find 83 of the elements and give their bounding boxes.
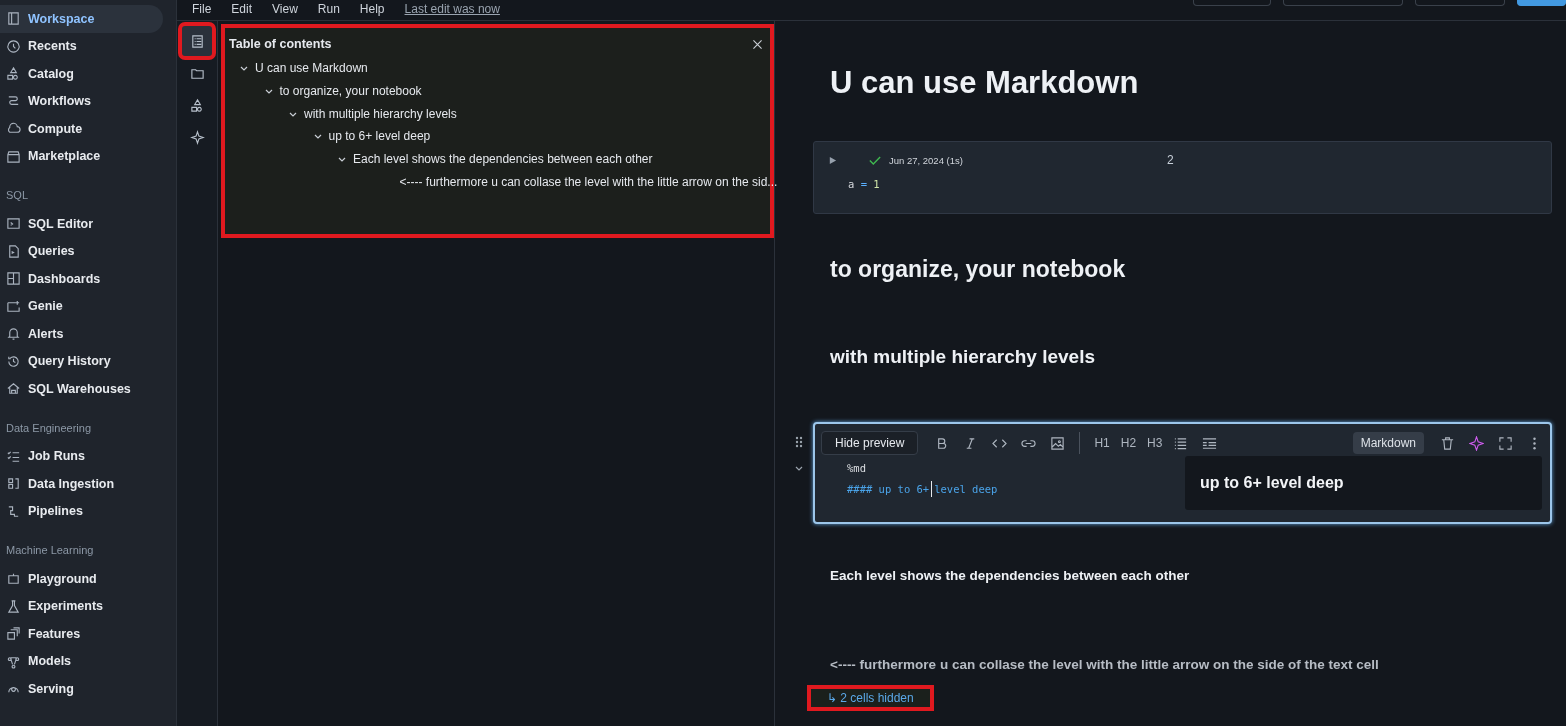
sidebar-item[interactable]: Query History — [0, 347, 163, 375]
sidebar-item[interactable]: SQL Editor — [0, 210, 163, 238]
sparkle-icon — [189, 129, 205, 145]
trash-icon[interactable] — [1440, 435, 1455, 451]
hide-preview-button[interactable]: Hide preview — [821, 431, 919, 455]
list-tab[interactable] — [181, 25, 213, 57]
sidebar-item[interactable]: Genie — [0, 292, 163, 320]
close-icon[interactable] — [751, 37, 764, 51]
sidebar-item[interactable]: Job Runs — [0, 442, 163, 470]
file-icon — [6, 243, 21, 259]
notebook-text: Each level shows the dependencies between each other — [829, 567, 1190, 585]
sidebar-item[interactable]: Pipelines — [0, 497, 163, 525]
panel-title: Table of contents — [229, 37, 332, 51]
notebook-text: <---- furthermore u can collase the level with the little arrow on the side of the text cell — [829, 656, 1379, 674]
code-line: %md — [847, 462, 867, 476]
sidebar-panel-icon — [6, 11, 21, 27]
menu-item[interactable]: File — [192, 2, 212, 16]
layers-icon — [6, 626, 21, 642]
toc-item[interactable]: up to 6+ level deep — [328, 129, 431, 144]
notebook-heading: U can use Markdown — [829, 64, 1139, 102]
run-status: Jun 27, 2024 (1s) — [889, 154, 963, 166]
history-icon — [6, 353, 21, 369]
robot-icon — [6, 571, 21, 587]
run-icon[interactable] — [828, 155, 837, 165]
toc-item[interactable]: to organize, your notebook — [279, 84, 422, 99]
section-heading: SQL — [5, 188, 29, 203]
menu-item[interactable]: View — [272, 2, 298, 16]
ingestion-icon — [6, 476, 21, 492]
last-edit-link[interactable]: Last edit was now — [404, 2, 500, 16]
menu-item[interactable]: Run — [317, 2, 340, 16]
terminal-icon — [6, 216, 21, 232]
shapes-icon — [6, 66, 21, 82]
heading-button[interactable]: H1 — [1094, 436, 1110, 450]
store-icon — [6, 148, 21, 164]
sparkle-icon[interactable] — [1469, 435, 1484, 451]
sidebar-item[interactable]: Playground — [0, 565, 163, 593]
sidebar-item[interactable]: Models — [0, 647, 163, 675]
notebook-heading: with multiple hierarchy levels — [829, 345, 1096, 369]
menu-item[interactable]: Help — [359, 2, 385, 16]
list-icon[interactable] — [1173, 435, 1189, 451]
sidebar-item[interactable]: Queries — [0, 237, 163, 265]
code-line: a = 1 — [848, 178, 881, 190]
notebook-heading: to organize, your notebook — [829, 255, 1126, 284]
sidebar-item[interactable]: Recents — [0, 32, 163, 60]
grid-icon — [6, 271, 21, 287]
sidebar-item[interactable]: Workspace — [0, 5, 163, 33]
flask-icon — [6, 598, 21, 614]
preview-heading: up to 6+ level deep — [1200, 474, 1344, 492]
code-line: level deep — [934, 483, 998, 495]
quote-icon[interactable] — [1202, 435, 1218, 451]
sidebar-item[interactable]: Experiments — [0, 592, 163, 620]
image-icon[interactable] — [1050, 435, 1066, 451]
sidebar-item[interactable]: SQL Warehouses — [0, 375, 163, 403]
shapes-icon — [189, 97, 205, 113]
bell-icon — [6, 326, 21, 342]
sidebar-item[interactable]: Marketplace — [0, 142, 163, 170]
hidden-cells-link[interactable]: ↳ 2 cells hidden — [807, 685, 934, 711]
menu-item[interactable]: Edit — [231, 2, 253, 16]
clock-icon — [6, 38, 21, 54]
sidebar-item[interactable]: Data Ingestion — [0, 470, 163, 498]
sidebar-item[interactable]: Serving — [0, 675, 163, 703]
toc-item[interactable]: U can use Markdown — [255, 61, 368, 76]
sidebar-item[interactable]: Catalog — [0, 60, 163, 88]
warehouse-icon — [6, 381, 21, 397]
section-heading: Data Engineering — [5, 420, 92, 436]
toc-item[interactable]: with multiple hierarchy levels — [304, 106, 457, 121]
list-icon — [189, 33, 205, 49]
section-heading: Machine Learning — [5, 543, 95, 558]
code-line: #### up to 6+ — [847, 483, 930, 495]
language-badge[interactable]: Markdown — [1352, 432, 1424, 454]
toc-item[interactable]: Each level shows the dependencies between each other — [353, 152, 653, 167]
fullscreen-icon[interactable] — [1498, 435, 1513, 451]
sidebar-item[interactable]: Features — [0, 620, 163, 648]
pipeline-icon — [6, 503, 21, 519]
heading-button[interactable]: H2 — [1120, 436, 1137, 450]
sidebar-item[interactable]: Alerts — [0, 320, 163, 348]
sidebar-item[interactable]: Dashboards — [0, 265, 163, 293]
drag-handle-icon[interactable] — [795, 436, 803, 448]
cell-title: 2 — [1166, 153, 1174, 167]
heading-button[interactable]: H3 — [1147, 436, 1163, 450]
sidebar-item[interactable]: Workflows — [0, 87, 163, 115]
sidebar-item[interactable]: Compute — [0, 115, 163, 143]
check-icon — [869, 155, 881, 165]
